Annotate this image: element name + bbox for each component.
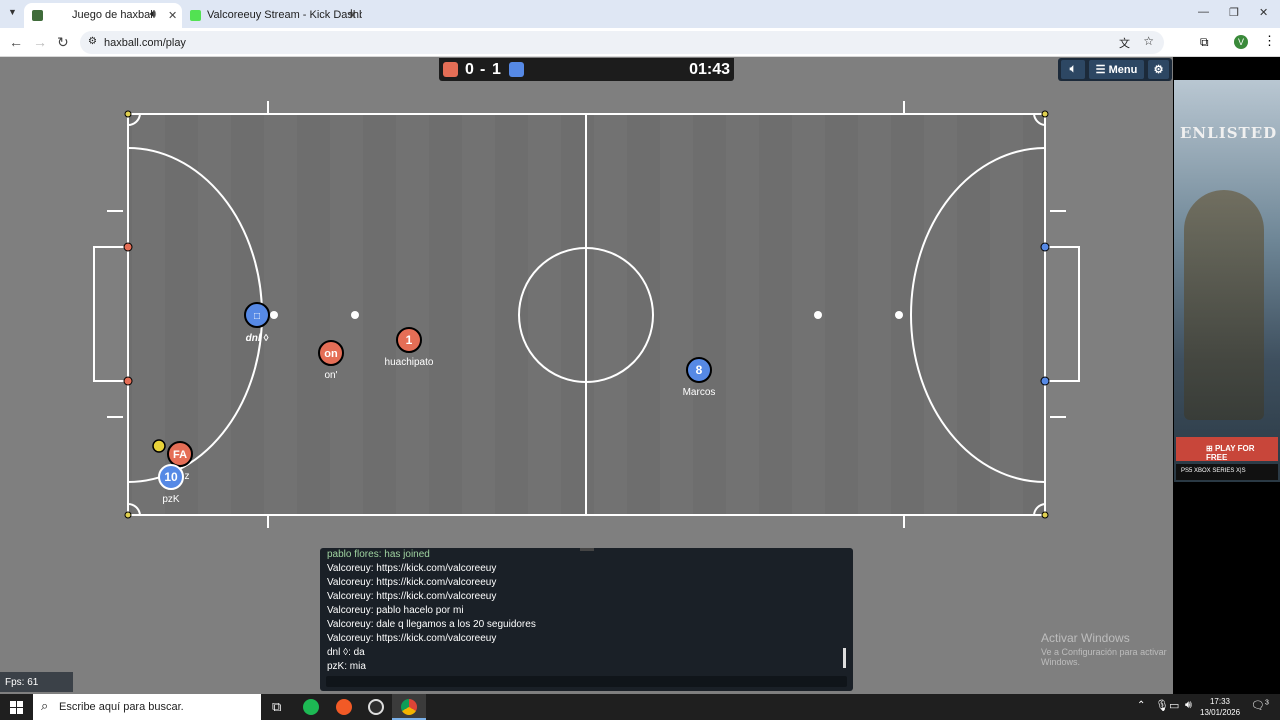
chat-message: Valcoreuy: https://kick.com/valcoreeuy [327, 591, 497, 602]
chat-message: Valcoreuy: https://kick.com/valcoreeuy [327, 577, 497, 588]
game-menu-bar: 🔈︎ ☰ Menu ⚙ [1058, 58, 1172, 81]
minimize-button[interactable]: — [1198, 6, 1209, 18]
field: □ dnl ◊ on on' 1 huachipato 8 Marcos FA … [93, 101, 1080, 528]
ad-platforms: PS5 XBOX SERIES X|S [1176, 464, 1278, 480]
svg-text:on: on [324, 348, 338, 360]
tab-juego-de-haxball[interactable]: Juego de haxball 🔊︎ ✕ [24, 3, 182, 28]
volume-icon[interactable]: 🔊︎ [1185, 699, 1192, 712]
tab-title: Valcoreeuy Stream - Kick Dashb [207, 9, 362, 21]
microphone-icon[interactable]: 🎙︎ [1155, 699, 1169, 712]
profile-avatar[interactable]: V [1234, 35, 1248, 49]
svg-text:10: 10 [164, 470, 178, 484]
watermark-title: Activar Windows [1041, 631, 1130, 645]
activate-windows-watermark: Activar Windows Ve a Configuración para … [1041, 631, 1173, 667]
bookmark-star-icon[interactable]: ☆ [1143, 34, 1154, 48]
kick-favicon-icon [190, 10, 201, 21]
player-pzk: 10 pzK [158, 464, 184, 505]
chat-message: Valcoreuy: dale q llegamos a los 20 segu… [327, 619, 536, 630]
chat-message: Valcoreuy: https://kick.com/valcoreeuy [327, 563, 497, 574]
chat-input[interactable] [326, 676, 847, 687]
back-icon[interactable]: ← [9, 34, 23, 50]
svg-text:1: 1 [406, 333, 413, 347]
red-score: 0 [465, 61, 474, 78]
blue-score: 1 [492, 61, 501, 78]
score-separator: - [480, 61, 486, 78]
blue-team-indicator [509, 62, 524, 77]
cta-label: PLAY FOR FREE [1206, 444, 1255, 462]
close-tab-icon[interactable]: ✕ [168, 9, 177, 22]
menu-label: Menu [1108, 64, 1138, 76]
notification-count: 3 [1264, 699, 1269, 707]
tab-search-dropdown[interactable]: ▼ [8, 7, 17, 17]
ball [152, 439, 166, 453]
match-timer: 01:43 [689, 61, 730, 78]
extensions-icon[interactable]: ⧉ [1200, 35, 1209, 50]
site-info-icon[interactable]: ⚙ [88, 36, 97, 47]
search-placeholder: Escribe aquí para buscar. [59, 701, 184, 713]
haxball-game-view: □ dnl ◊ on on' 1 huachipato 8 Marcos FA … [0, 57, 1173, 694]
windows-taskbar: ⌕ Escribe aquí para buscar. ⧉ ⌃ 🎙︎ ▭ 🔊︎ … [0, 694, 1280, 720]
play-for-free-button[interactable]: ⊞ PLAY FOR FREE [1176, 437, 1278, 462]
obs-icon[interactable] [368, 699, 384, 715]
chat-message: dnl ◊: da [327, 647, 365, 658]
ad-logo: ENLISTED [1180, 124, 1278, 142]
watermark-subtitle: Ve a Configuración para activar Windows. [1041, 647, 1167, 667]
translate-icon[interactable]: 文 [1119, 35, 1130, 51]
chrome-taskbar-button[interactable] [392, 694, 426, 720]
chat-message: pzK: mia [327, 661, 366, 672]
taskbar-search-box[interactable]: ⌕ Escribe aquí para buscar. [33, 694, 261, 720]
browser-tab-strip: ▼ Juego de haxball 🔊︎ ✕ Valcoreeuy Strea… [0, 0, 1280, 28]
advertisement[interactable]: ENLISTED ⊞ PLAY FOR FREE PS5 XBOX SERIES… [1174, 80, 1280, 482]
svg-text:□: □ [254, 311, 260, 322]
chat-message: Valcoreuy: https://kick.com/valcoreeuy [327, 633, 497, 644]
tab-title: Juego de haxball [72, 9, 156, 21]
haxball-favicon-icon [32, 10, 43, 21]
brave-browser-icon[interactable] [336, 699, 352, 715]
browser-menu-icon[interactable]: ⋮ [1263, 33, 1276, 49]
svg-text:FA: FA [173, 449, 187, 461]
menu-button[interactable]: ☰ Menu [1089, 60, 1144, 79]
restore-button[interactable]: ❐ [1229, 6, 1239, 19]
svg-text:huachipato: huachipato [385, 357, 434, 368]
spotify-icon[interactable] [303, 699, 319, 715]
clock-date: 13/01/2026 [1200, 708, 1241, 717]
reload-icon[interactable]: ↻ [57, 34, 69, 51]
red-team-indicator [443, 62, 458, 77]
settings-gear-icon[interactable]: ⚙ [1148, 60, 1169, 79]
url-text: haxball.com/play [104, 37, 186, 49]
ad-soldier-image [1184, 190, 1264, 420]
chat-resize-handle[interactable] [580, 548, 594, 551]
chrome-icon [401, 699, 417, 715]
clock-time: 17:33 [1209, 697, 1231, 706]
notifications-button[interactable]: 🗨︎3 [1251, 699, 1269, 712]
chat-message: pablo flores: has joined [327, 549, 430, 560]
clock[interactable]: 17:33 13/01/2026 [1200, 696, 1240, 718]
network-icon[interactable]: ▭ [1169, 699, 1179, 712]
svg-text:8: 8 [696, 363, 703, 377]
search-icon: ⌕ [41, 698, 49, 713]
tray-overflow-icon[interactable]: ⌃ [1137, 700, 1145, 711]
tab-kick-dashboard[interactable]: Valcoreeuy Stream - Kick Dashb ✕ [182, 3, 362, 28]
forward-icon[interactable]: → [33, 34, 47, 50]
svg-text:dnl ◊: dnl ◊ [246, 333, 270, 344]
svg-text:Marcos: Marcos [683, 387, 716, 398]
close-window-button[interactable]: ✕ [1259, 6, 1268, 19]
start-button[interactable] [10, 701, 23, 714]
mute-tab-icon[interactable]: 🔊︎ [150, 9, 156, 20]
svg-text:on': on' [324, 370, 337, 381]
svg-text:pzK: pzK [162, 494, 180, 505]
chat-message: Valcoreuy: pablo hacelo por mi [327, 605, 464, 616]
url-field[interactable]: ⚙ haxball.com/play 文 ☆ [80, 31, 1164, 54]
player-dnl: □ dnl ◊ [244, 302, 270, 344]
svg-text:z: z [185, 471, 190, 482]
task-view-icon[interactable]: ⧉ [272, 699, 281, 715]
fps-counter: Fps: 61 [0, 672, 73, 692]
scoreboard: 0 - 1 01:43 [439, 58, 734, 81]
address-bar-row: ← → ↻ ⚙ haxball.com/play 文 ☆ ⧉ V ⋮ [0, 28, 1280, 57]
chat-panel: pablo flores: has joined Valcoreuy: http… [320, 548, 853, 691]
chat-scrollbar[interactable] [843, 648, 846, 668]
sound-button[interactable]: 🔈︎ [1061, 60, 1085, 79]
new-tab-button[interactable]: + [347, 5, 356, 22]
